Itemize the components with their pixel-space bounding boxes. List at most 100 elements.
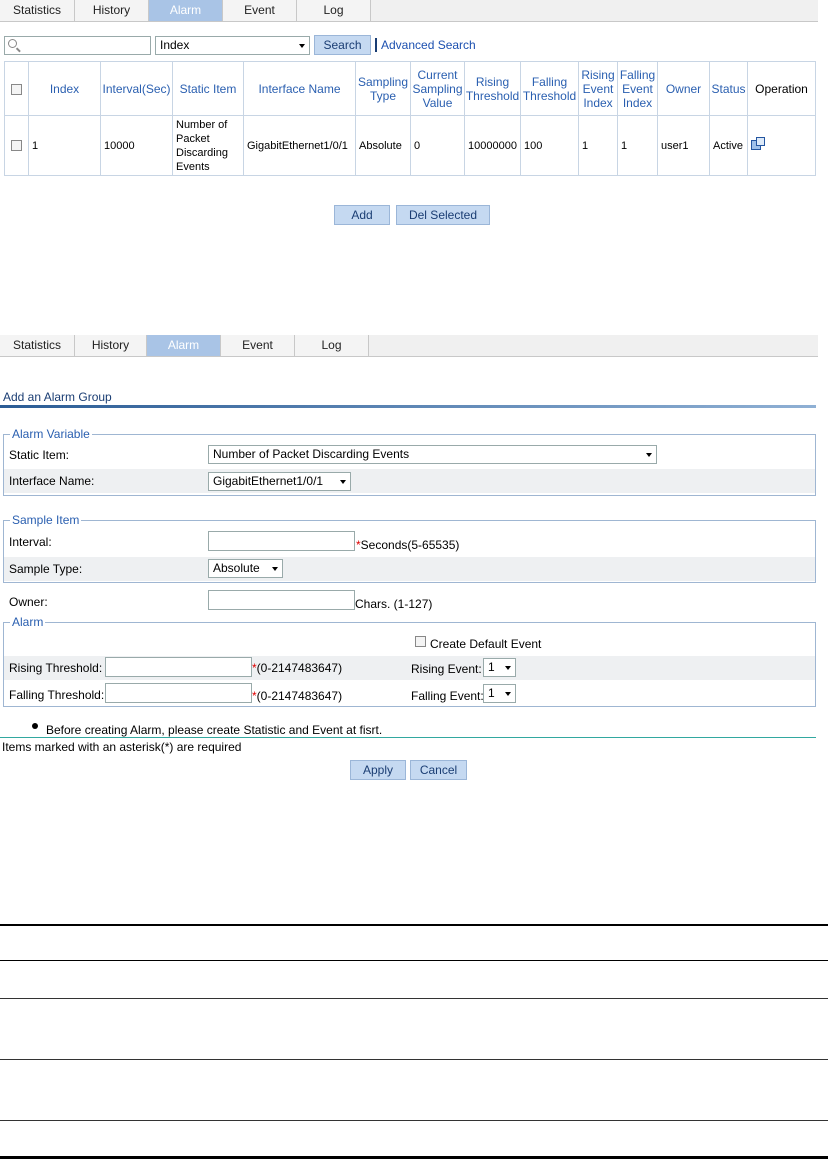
cell-rising-threshold: 10000000 [464, 115, 521, 176]
create-default-event-label: Create Default Event [430, 637, 542, 651]
tab-event[interactable]: Event [221, 335, 295, 356]
sample-item-legend: Sample Item [12, 513, 80, 527]
owner-input[interactable] [208, 590, 355, 610]
rising-threshold-label: Rising Threshold: [9, 661, 103, 675]
falling-event-value: 1 [488, 686, 495, 700]
required-note: Items marked with an asterisk(*) are req… [2, 740, 242, 754]
column-header-static-item[interactable]: Static Item [172, 61, 244, 116]
interval-input[interactable] [208, 531, 355, 551]
chevron-down-icon [272, 567, 278, 571]
column-header-falling-event-index[interactable]: Falling Event Index [617, 61, 658, 116]
edit-icon[interactable] [751, 136, 766, 151]
column-header-sampling-type[interactable]: Sampling Type [355, 61, 411, 116]
tab-statistics[interactable]: Statistics [0, 335, 75, 356]
tab-history[interactable]: History [75, 0, 149, 21]
cancel-button[interactable]: Cancel [410, 760, 467, 780]
cell-falling-event-index: 1 [617, 115, 658, 176]
alarm-variable-legend: Alarm Variable [12, 427, 90, 441]
column-header-current-sampling-value[interactable]: Current Sampling Value [410, 61, 465, 116]
divider [0, 737, 816, 738]
rising-threshold-hint: *(0-2147483647) [252, 661, 342, 675]
column-header-owner[interactable]: Owner [657, 61, 710, 116]
column-header-rising-event-index[interactable]: Rising Event Index [578, 61, 618, 116]
cell-interval: 10000 [100, 115, 173, 176]
row-checkbox[interactable] [11, 140, 22, 152]
add-button[interactable]: Add [334, 205, 390, 225]
table-header-rule [0, 960, 828, 961]
static-item-label: Static Item: [9, 448, 70, 462]
rising-event-value: 1 [488, 660, 495, 674]
interval-label: Interval: [9, 535, 52, 549]
static-item-select[interactable]: Number of Packet Discarding Events [208, 445, 657, 464]
table-bottom-rule [0, 1156, 828, 1159]
tab-statistics[interactable]: Statistics [0, 0, 75, 21]
search-button[interactable]: Search [314, 35, 371, 55]
rising-row: Rising Threshold: *(0-2147483647) Rising… [4, 656, 815, 680]
sample-type-select[interactable]: Absolute [208, 559, 283, 578]
falling-threshold-input[interactable] [105, 683, 252, 703]
cell-interface-name: GigabitEthernet1/0/1 [243, 115, 356, 176]
cell-sampling-type: Absolute [355, 115, 411, 176]
rising-event-label: Rising Event: [411, 662, 482, 676]
create-default-event-row: Create Default Event [4, 632, 815, 656]
tab-history[interactable]: History [75, 335, 147, 356]
interface-name-row: Interface Name: GigabitEthernet1/0/1 [4, 469, 815, 493]
chevron-down-icon [505, 692, 511, 696]
chevron-down-icon [505, 666, 511, 670]
cell-rising-event-index: 1 [578, 115, 618, 176]
cell-static-item: Number of Packet Discarding Events [172, 115, 244, 176]
sample-type-label: Sample Type: [9, 562, 83, 576]
falling-threshold-label: Falling Threshold: [9, 688, 105, 702]
tab-alarm[interactable]: Alarm [149, 0, 223, 21]
table-top-rule [0, 924, 828, 926]
row-select-cell [4, 115, 29, 176]
alarm-table: Index Interval(Sec) Static Item Interfac… [4, 61, 816, 176]
list-button-row: Add Del Selected [334, 205, 490, 225]
interface-name-value: GigabitEthernet1/0/1 [213, 474, 324, 488]
falling-event-label: Falling Event: [411, 689, 484, 703]
search-input[interactable] [4, 35, 151, 55]
search-field-select[interactable]: Index [155, 35, 310, 55]
advanced-search-link[interactable]: Advanced Search [381, 38, 476, 52]
column-header-status[interactable]: Status [709, 61, 748, 116]
create-default-event-checkbox[interactable] [415, 636, 426, 647]
tab-bar-add: Statistics History Alarm Event Log [0, 335, 818, 357]
note-text: Before creating Alarm, please create Sta… [46, 723, 383, 737]
tab-log[interactable]: Log [297, 0, 371, 21]
table-row-rule [0, 998, 828, 999]
static-item-row: Static Item: Number of Packet Discarding… [4, 443, 815, 467]
select-all-checkbox[interactable] [11, 83, 22, 95]
select-all-header [4, 61, 29, 116]
title-divider [0, 405, 816, 408]
chevron-down-icon [646, 453, 652, 457]
separator [375, 38, 377, 52]
del-selected-button[interactable]: Del Selected [396, 205, 490, 225]
sample-type-value: Absolute [213, 561, 260, 575]
note-bullet [32, 723, 38, 729]
interface-name-select[interactable]: GigabitEthernet1/0/1 [208, 472, 351, 491]
falling-event-select[interactable]: 1 [483, 684, 516, 703]
interface-name-label: Interface Name: [9, 474, 95, 488]
rising-event-select[interactable]: 1 [483, 658, 516, 677]
column-header-index[interactable]: Index [28, 61, 101, 116]
page-title: Add an Alarm Group [3, 390, 112, 404]
form-button-row: Apply Cancel [350, 760, 467, 780]
tab-alarm[interactable]: Alarm [147, 335, 221, 356]
owner-label: Owner: [9, 595, 48, 609]
falling-threshold-hint-text: (0-2147483647) [256, 689, 343, 703]
chevron-down-icon [299, 43, 305, 48]
tab-bar: Statistics History Alarm Event Log [0, 0, 818, 22]
table-header-row: Index Interval(Sec) Static Item Interfac… [4, 61, 816, 116]
apply-button[interactable]: Apply [350, 760, 406, 780]
tab-event[interactable]: Event [223, 0, 297, 21]
owner-hint: Chars. (1-127) [355, 597, 433, 611]
column-header-falling-threshold[interactable]: Falling Threshold [520, 61, 579, 116]
column-header-rising-threshold[interactable]: Rising Threshold [464, 61, 521, 116]
static-item-value: Number of Packet Discarding Events [213, 447, 410, 461]
rising-threshold-input[interactable] [105, 657, 252, 677]
search-bar: Index Search Advanced Search [4, 35, 476, 55]
cell-index: 1 [28, 115, 101, 176]
tab-log[interactable]: Log [295, 335, 369, 356]
column-header-interval[interactable]: Interval(Sec) [100, 61, 173, 116]
column-header-interface-name[interactable]: Interface Name [243, 61, 356, 116]
